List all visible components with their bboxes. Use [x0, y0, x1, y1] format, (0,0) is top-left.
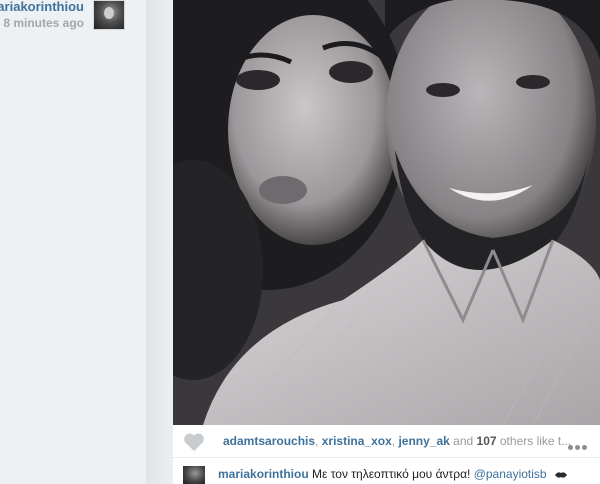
liker-link[interactable]: jenny_ak [398, 434, 449, 448]
ellipsis-icon [568, 445, 573, 450]
likes-summary: adamtsarouchis, xristina_xox, jenny_ak a… [223, 434, 571, 448]
liker-link[interactable]: xristina_xox [322, 434, 392, 448]
likes-count[interactable]: 107 [477, 434, 497, 448]
likes-bar: adamtsarouchis, xristina_xox, jenny_ak a… [173, 425, 600, 458]
caption-body: Με τον τηλεοπτικό μου άντρα! [308, 467, 474, 481]
caption-avatar[interactable] [183, 466, 205, 484]
caption-text: mariakorinthiou Με τον τηλεοπτικό μου άν… [218, 467, 567, 481]
post-photo[interactable] [173, 0, 600, 425]
caption-mention-link[interactable]: @panayiotisb [474, 467, 547, 481]
likes-others-text[interactable]: others like t... [497, 434, 571, 448]
post-timestamp[interactable]: 8 minutes ago [0, 15, 84, 31]
ellipsis-icon [582, 445, 587, 450]
post-username-link[interactable]: mariakorinthiou [0, 0, 84, 15]
post-author-block: mariakorinthiou 8 minutes ago [0, 0, 84, 31]
photo-illustration [173, 0, 600, 425]
author-avatar[interactable] [93, 0, 125, 30]
likes-separator: , [315, 434, 322, 448]
kiss-lips-icon [554, 472, 567, 478]
column-divider [146, 0, 173, 484]
caption-username-link[interactable]: mariakorinthiou [218, 467, 309, 481]
heart-icon[interactable] [183, 432, 205, 452]
more-options-button[interactable] [568, 437, 590, 450]
ellipsis-icon [575, 445, 580, 450]
post-meta: mariakorinthiou 8 minutes ago [0, 0, 146, 484]
likes-and-text: and [449, 434, 477, 448]
caption-row: mariakorinthiou Με τον τηλεοπτικό μου άν… [173, 458, 600, 484]
liker-link[interactable]: adamtsarouchis [223, 434, 315, 448]
